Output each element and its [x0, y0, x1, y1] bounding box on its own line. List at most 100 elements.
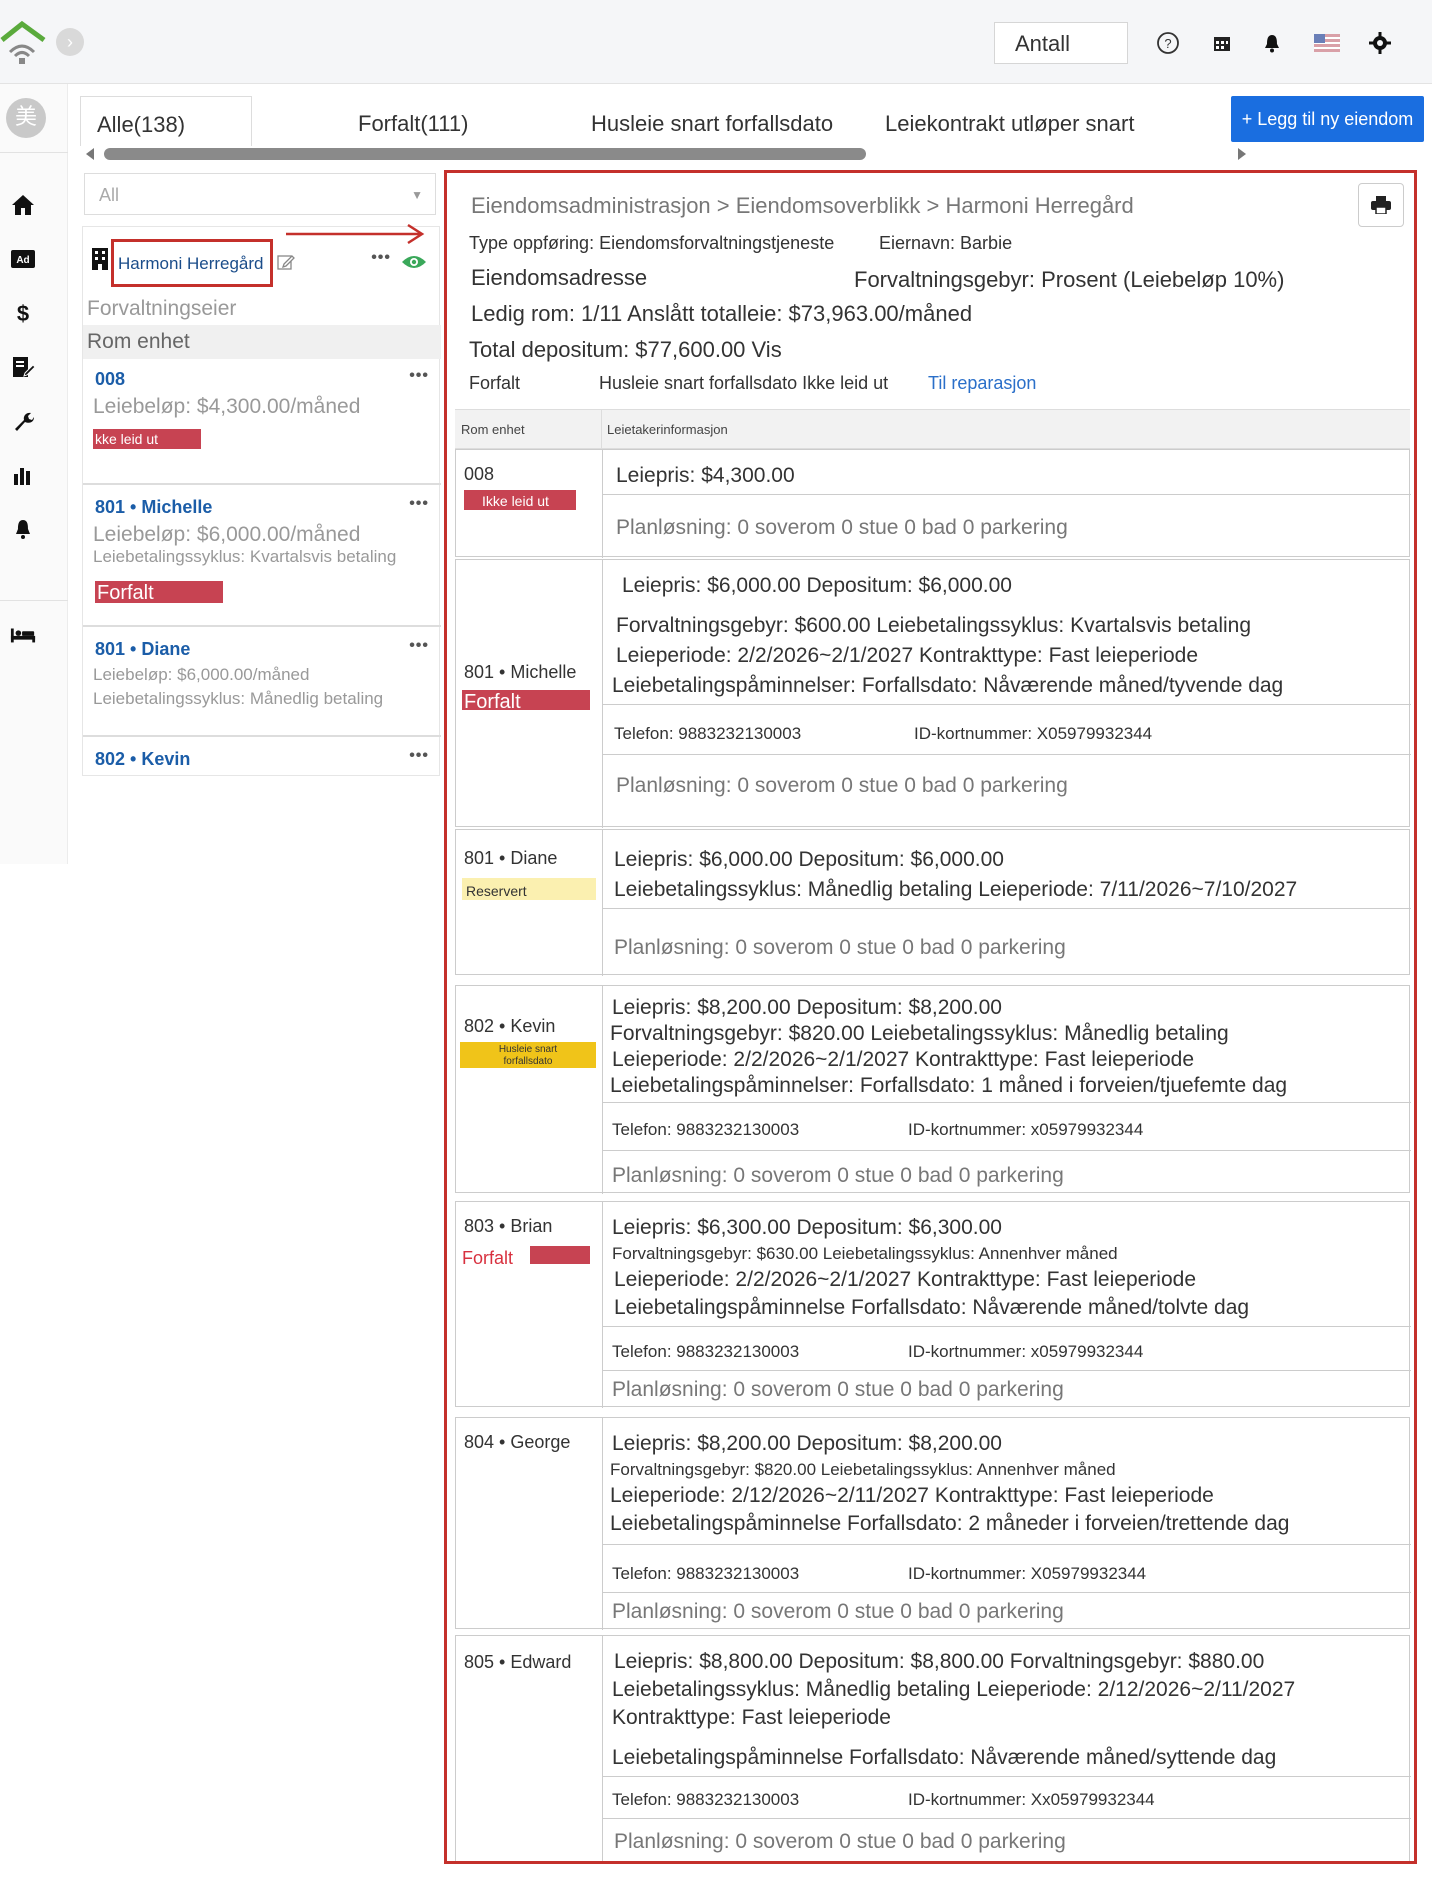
unit-title[interactable]: 802 • Kevin — [95, 749, 190, 770]
horizontal-scrollbar[interactable] — [86, 148, 1246, 160]
unit-title[interactable]: 008 — [95, 369, 125, 390]
vacancy-info: Ledig rom: 1/11 Anslått totalleie: $73,9… — [471, 301, 973, 326]
gear-icon[interactable] — [1367, 30, 1393, 56]
unit-card[interactable]: 008 ••• Leiebeløp: $4,300.00/måned kke l… — [83, 359, 441, 485]
tenant-id: ID-kortnummer: X05979932344 — [914, 724, 1153, 743]
eye-icon[interactable] — [401, 253, 427, 271]
floor-plan: Planløsning: 0 soverom 0 stue 0 bad 0 pa… — [614, 1830, 1066, 1853]
top-bar: › Antall ? — [0, 0, 1432, 84]
table-row[interactable]: 801 • Michelle Forfalt Leiepris: $6,000.… — [455, 559, 1411, 828]
tab-lease-expiring[interactable]: Leiekontrakt utløper snart — [885, 96, 1134, 146]
address-label: Eiendomsadresse — [471, 265, 648, 290]
table-row[interactable]: 801 • Diane Reservert Leiepris: $6,000.0… — [455, 829, 1411, 976]
wrench-icon[interactable] — [10, 408, 36, 434]
ad-icon[interactable]: Ad — [10, 246, 36, 272]
more-options-icon[interactable]: ••• — [409, 367, 429, 385]
bell-icon[interactable] — [1259, 30, 1285, 56]
help-icon[interactable]: ? — [1155, 30, 1181, 56]
cycle-period: Leiebetalingssyklus: Månedlig betaling L… — [614, 878, 1298, 901]
unit-rent: Leiebeløp: $6,000.00/måned — [93, 523, 361, 546]
property-name[interactable]: Harmoni Herregård — [111, 239, 273, 287]
row-divider — [602, 1592, 1411, 1593]
unit-title[interactable]: 801 • Diane — [95, 639, 190, 660]
tenant-phone: Telefon: 9883232130003 — [612, 1564, 800, 1583]
status-badge — [530, 1246, 590, 1264]
row-divider — [602, 754, 1411, 755]
tab-rent-due-soon[interactable]: Husleie snart forfallsdato — [591, 96, 833, 146]
row-divider — [602, 986, 603, 1194]
row-divider — [602, 830, 603, 976]
floor-plan: Planløsning: 0 soverom 0 stue 0 bad 0 pa… — [612, 1164, 1064, 1187]
room-unit-header: Rom enhet — [83, 325, 441, 359]
scroll-left-icon[interactable] — [86, 148, 96, 160]
tab-forfalt[interactable]: Forfalt(111) — [358, 96, 468, 146]
row-divider — [602, 1150, 1411, 1151]
fee-cycle: Forvaltningsgebyr: $820.00 Leiebetalings… — [610, 1460, 1116, 1479]
table-row[interactable]: 803 • Brian Forfalt Leiepris: $6,300.00 … — [455, 1201, 1411, 1408]
calendar-icon[interactable] — [1209, 30, 1235, 56]
status-filter-forfalt[interactable]: Forfalt — [469, 373, 520, 394]
more-options-icon[interactable]: ••• — [371, 249, 391, 267]
fee-cycle: Forvaltningsgebyr: $820.00 Leiebetalings… — [610, 1022, 1229, 1045]
row-divider — [602, 1102, 1411, 1103]
unit-title[interactable]: 801 • Michelle — [95, 497, 212, 518]
tenant-id: ID-kortnummer: X05979932344 — [908, 1564, 1147, 1583]
sidebar-divider — [0, 600, 68, 601]
sidebar: 美 Ad $ — [0, 84, 68, 864]
payment-reminder: Leiebetalingspåminnelse Forfallsdato: Nå… — [614, 1296, 1250, 1319]
rent-deposit: Leiepris: $6,300.00 Depositum: $6,300.00 — [612, 1216, 1002, 1239]
edit-icon[interactable] — [277, 253, 295, 271]
arrow-icon — [286, 223, 425, 245]
status-badge: kke leid ut — [93, 429, 201, 449]
lease-period: Leieperiode: 2/2/2026~2/1/2027 Kontraktt… — [616, 644, 1199, 667]
rent-price: Leiepris: $4,300.00 — [616, 464, 795, 487]
scrollbar-thumb[interactable] — [104, 148, 866, 160]
avatar[interactable]: 美 — [6, 98, 46, 138]
table-row[interactable]: 805 • Edward Leiepris: $8,800.00 Deposit… — [455, 1635, 1411, 1861]
print-button[interactable] — [1358, 183, 1404, 227]
bar-chart-icon[interactable] — [10, 462, 36, 488]
row-divider — [602, 908, 1411, 909]
more-options-icon[interactable]: ••• — [409, 637, 429, 655]
table-row[interactable]: 804 • George Leiepris: $8,200.00 Deposit… — [455, 1417, 1411, 1630]
table-row[interactable]: 008 Ikke leid ut Leiepris: $4,300.00 Pla… — [455, 449, 1411, 558]
bell-icon[interactable] — [10, 516, 36, 542]
breadcrumb[interactable]: Eiendomsadministrasjon > Eiendomsoverbli… — [471, 193, 1134, 219]
tab-all[interactable]: Alle(138) — [80, 96, 252, 146]
status-badge: Forfalt — [95, 581, 223, 604]
table-row[interactable]: 802 • Kevin Husleie snart forfallsdato L… — [455, 985, 1411, 1194]
status-filters[interactable]: Husleie snart forfallsdato Ikke leid ut — [599, 373, 888, 394]
home-icon[interactable] — [10, 192, 36, 218]
status-filter-repair[interactable]: Til reparasjon — [928, 373, 1036, 394]
bed-icon[interactable] — [10, 622, 36, 648]
more-options-icon[interactable]: ••• — [409, 747, 429, 765]
tenant-phone: Telefon: 9883232130003 — [612, 1342, 800, 1361]
unit-card[interactable]: 801 • Diane ••• Leiebeløp: $6,000.00/mån… — [83, 627, 441, 737]
unit-card[interactable]: 802 • Kevin ••• — [83, 737, 441, 777]
flag-us-icon[interactable] — [1314, 30, 1340, 56]
property-list-panel: Harmoni Herregård ••• Forvaltningseier R… — [82, 226, 441, 777]
contract-type: Kontrakttype: Fast leieperiode — [612, 1706, 891, 1729]
floor-plan: Planløsning: 0 soverom 0 stue 0 bad 0 pa… — [616, 774, 1068, 797]
payment-reminder: Leiebetalingspåminnelse Forfallsdato: 2 … — [610, 1512, 1290, 1535]
svg-text:$: $ — [17, 301, 29, 325]
row-divider — [602, 1326, 1411, 1327]
unit-card[interactable]: 801 • Michelle ••• Leiebeløp: $6,000.00/… — [83, 485, 441, 627]
edit-doc-icon[interactable] — [10, 354, 36, 380]
owner-name: Eiernavn: Barbie — [879, 233, 1013, 253]
unit-cycle: Leiebetalingssyklus: Kvartalsvis betalin… — [93, 547, 397, 566]
dollar-icon[interactable]: $ — [10, 300, 36, 326]
unit-rent: Leiebeløp: $6,000.00/måned — [93, 665, 310, 684]
unit-rent: Leiebeløp: $4,300.00/måned — [93, 395, 361, 418]
property-filter-select[interactable]: All ▼ — [84, 173, 436, 215]
antall-select[interactable]: Antall — [994, 22, 1128, 64]
management-fee: Forvaltningsgebyr: Prosent (Leiebeløp 10… — [854, 267, 1285, 292]
row-divider — [602, 704, 1411, 705]
header-divider — [601, 410, 602, 450]
more-options-icon[interactable]: ••• — [409, 495, 429, 513]
scroll-right-icon[interactable] — [1236, 148, 1246, 160]
collapse-sidebar-button[interactable]: › — [56, 28, 84, 56]
tenant-id: ID-kortnummer: x05979932344 — [908, 1342, 1144, 1361]
row-unit: 801 • Diane — [464, 848, 558, 868]
add-property-button[interactable]: + Legg til ny eiendom — [1231, 96, 1424, 142]
